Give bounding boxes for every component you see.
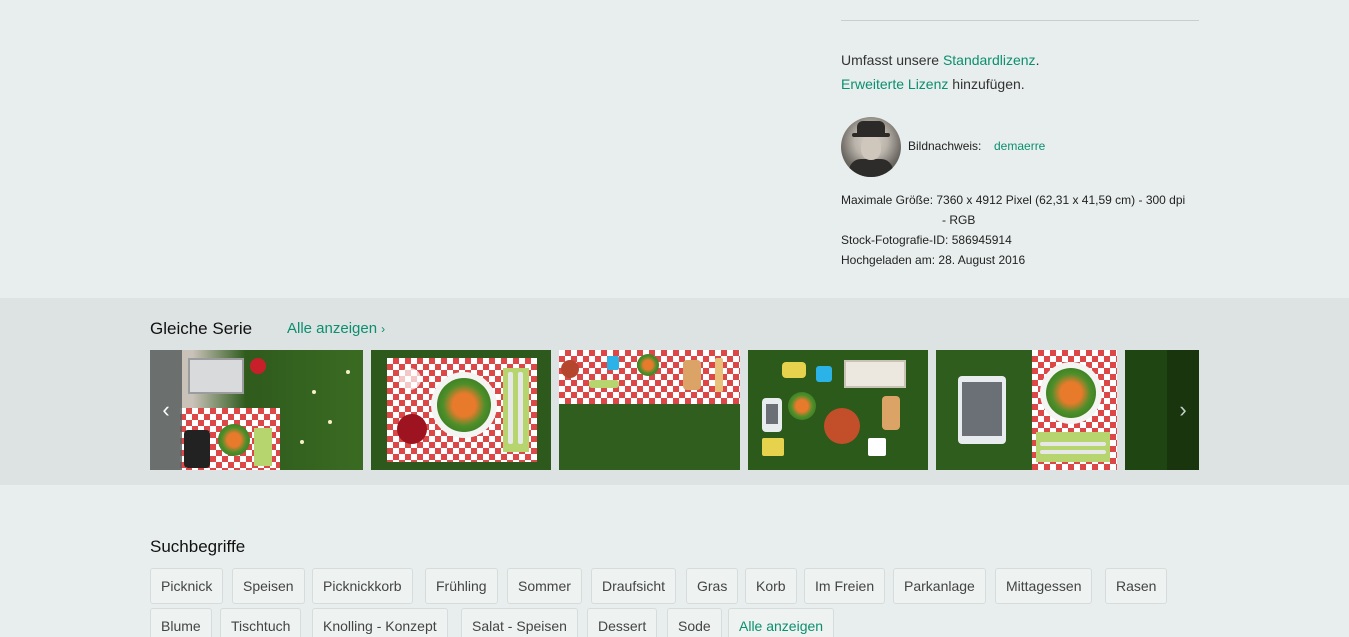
- license-info: Umfasst unsere Standardlizenz.: [841, 52, 1039, 68]
- max-size-value: 7360 x 4912 Pixel (62,31 x 41,59 cm) - 3…: [936, 193, 1186, 207]
- upload-date-label: Hochgeladen am:: [841, 253, 936, 267]
- contributor-link[interactable]: demaerre: [994, 139, 1045, 153]
- bottle-shape: [715, 358, 723, 392]
- series-thumbnail-4[interactable]: [748, 350, 928, 470]
- phone-shape: [184, 430, 210, 468]
- fork-shape: [508, 372, 513, 444]
- carousel-next-button[interactable]: ›: [1167, 350, 1199, 470]
- picnic-basket-shape: [844, 360, 906, 388]
- salad-shape: [218, 424, 250, 456]
- knife-shape: [518, 372, 523, 444]
- search-tags-view-all[interactable]: Alle anzeigen: [728, 608, 835, 637]
- fork-shape: [1040, 442, 1106, 446]
- search-tag[interactable]: Knolling - Konzept: [312, 608, 448, 637]
- bread-shape: [683, 360, 701, 390]
- max-size-label: Maximale Größe:: [841, 193, 934, 207]
- extended-license-link[interactable]: Erweiterte Lizenz: [841, 76, 948, 92]
- series-title: Gleiche Serie: [150, 319, 253, 338]
- flower-shape: [312, 390, 316, 394]
- camera-shape: [762, 438, 784, 456]
- stock-id: Stock-Fotografie-ID: 586945914: [841, 233, 1012, 247]
- bread-shape: [882, 396, 900, 430]
- avatar[interactable]: [841, 117, 901, 177]
- glass-shape: [399, 368, 421, 390]
- search-tag[interactable]: Speisen: [232, 568, 305, 604]
- license-suffix: .: [1035, 52, 1040, 68]
- credit-label: Bildnachweis:: [908, 139, 982, 153]
- search-terms-title: Suchbegriffe: [150, 537, 246, 556]
- search-tag[interactable]: Picknickkorb: [312, 568, 413, 604]
- salad-shape: [437, 378, 491, 432]
- tablet-shape: [958, 376, 1006, 444]
- search-tag[interactable]: Mittagessen: [995, 568, 1093, 604]
- container-shape: [816, 366, 832, 382]
- series-view-all-label: Alle anzeigen: [287, 320, 378, 337]
- search-tag[interactable]: Tischtuch: [220, 608, 302, 637]
- cherries-shape: [397, 414, 427, 444]
- flower-shape: [300, 440, 304, 444]
- search-tag[interactable]: Im Freien: [804, 568, 886, 604]
- same-series-section: Gleiche Serie Alle anzeigen › ‹ ›: [0, 298, 1349, 485]
- salad-shape: [1046, 368, 1096, 418]
- carousel-prev-button[interactable]: ‹: [150, 350, 182, 470]
- napkin-shape: [503, 368, 529, 452]
- pie-shape: [561, 360, 579, 378]
- laptop-shape: [188, 358, 244, 394]
- search-tag[interactable]: Frühling: [425, 568, 498, 604]
- chevron-right-icon: ›: [1179, 397, 1187, 422]
- knife-shape: [1040, 450, 1106, 454]
- salad-shape: [788, 392, 816, 420]
- cup-shape: [607, 356, 619, 370]
- napkin-shape: [589, 380, 619, 388]
- extended-license-info: Erweiterte Lizenz hinzufügen.: [841, 76, 1025, 92]
- max-size: Maximale Größe: 7360 x 4912 Pixel (62,31…: [841, 193, 1185, 207]
- flower-shape: [346, 370, 350, 374]
- standard-license-link[interactable]: Standardlizenz: [943, 52, 1036, 68]
- search-tag[interactable]: Salat - Speisen: [461, 608, 578, 637]
- napkin-shape: [254, 428, 272, 466]
- search-tag[interactable]: Picknick: [150, 568, 224, 604]
- search-tag[interactable]: Korb: [745, 568, 797, 604]
- napkin-shape: [1036, 432, 1110, 462]
- credit: Bildnachweis: demaerre: [841, 117, 1199, 177]
- search-tag[interactable]: Draufsicht: [591, 568, 677, 604]
- search-tag[interactable]: Sode: [667, 608, 722, 637]
- stock-id-value: 586945914: [951, 233, 1012, 247]
- salad-shape: [637, 354, 659, 376]
- search-tag[interactable]: Sommer: [507, 568, 582, 604]
- series-thumbnail-3[interactable]: [559, 350, 740, 470]
- stock-id-label: Stock-Fotografie-ID:: [841, 233, 949, 247]
- extended-license-suffix: hinzufügen.: [948, 76, 1025, 92]
- pie-shape: [824, 408, 860, 444]
- max-size-value-cont: - RGB: [942, 213, 976, 227]
- divider: [841, 20, 1199, 21]
- phone-shape: [762, 398, 782, 432]
- napkin-shape: [868, 438, 886, 456]
- series-thumbnail-5[interactable]: [936, 350, 1117, 470]
- chevron-right-icon: ›: [381, 322, 386, 336]
- series-thumbnail-2[interactable]: [371, 350, 551, 470]
- search-tag[interactable]: Gras: [686, 568, 739, 604]
- search-tag[interactable]: Blume: [150, 608, 212, 637]
- chevron-left-icon: ‹: [162, 397, 170, 422]
- search-tag[interactable]: Dessert: [587, 608, 658, 637]
- license-prefix: Umfasst unsere: [841, 52, 943, 68]
- bananas-shape: [782, 362, 806, 378]
- search-tag[interactable]: Rasen: [1105, 568, 1168, 604]
- search-tag[interactable]: Parkanlage: [893, 568, 986, 604]
- berries-shape: [250, 358, 266, 374]
- upload-date-value: 28. August 2016: [938, 253, 1026, 267]
- upload-date: Hochgeladen am: 28. August 2016: [841, 253, 1025, 267]
- series-view-all-link[interactable]: Alle anzeigen ›: [287, 320, 385, 337]
- flower-shape: [328, 420, 332, 424]
